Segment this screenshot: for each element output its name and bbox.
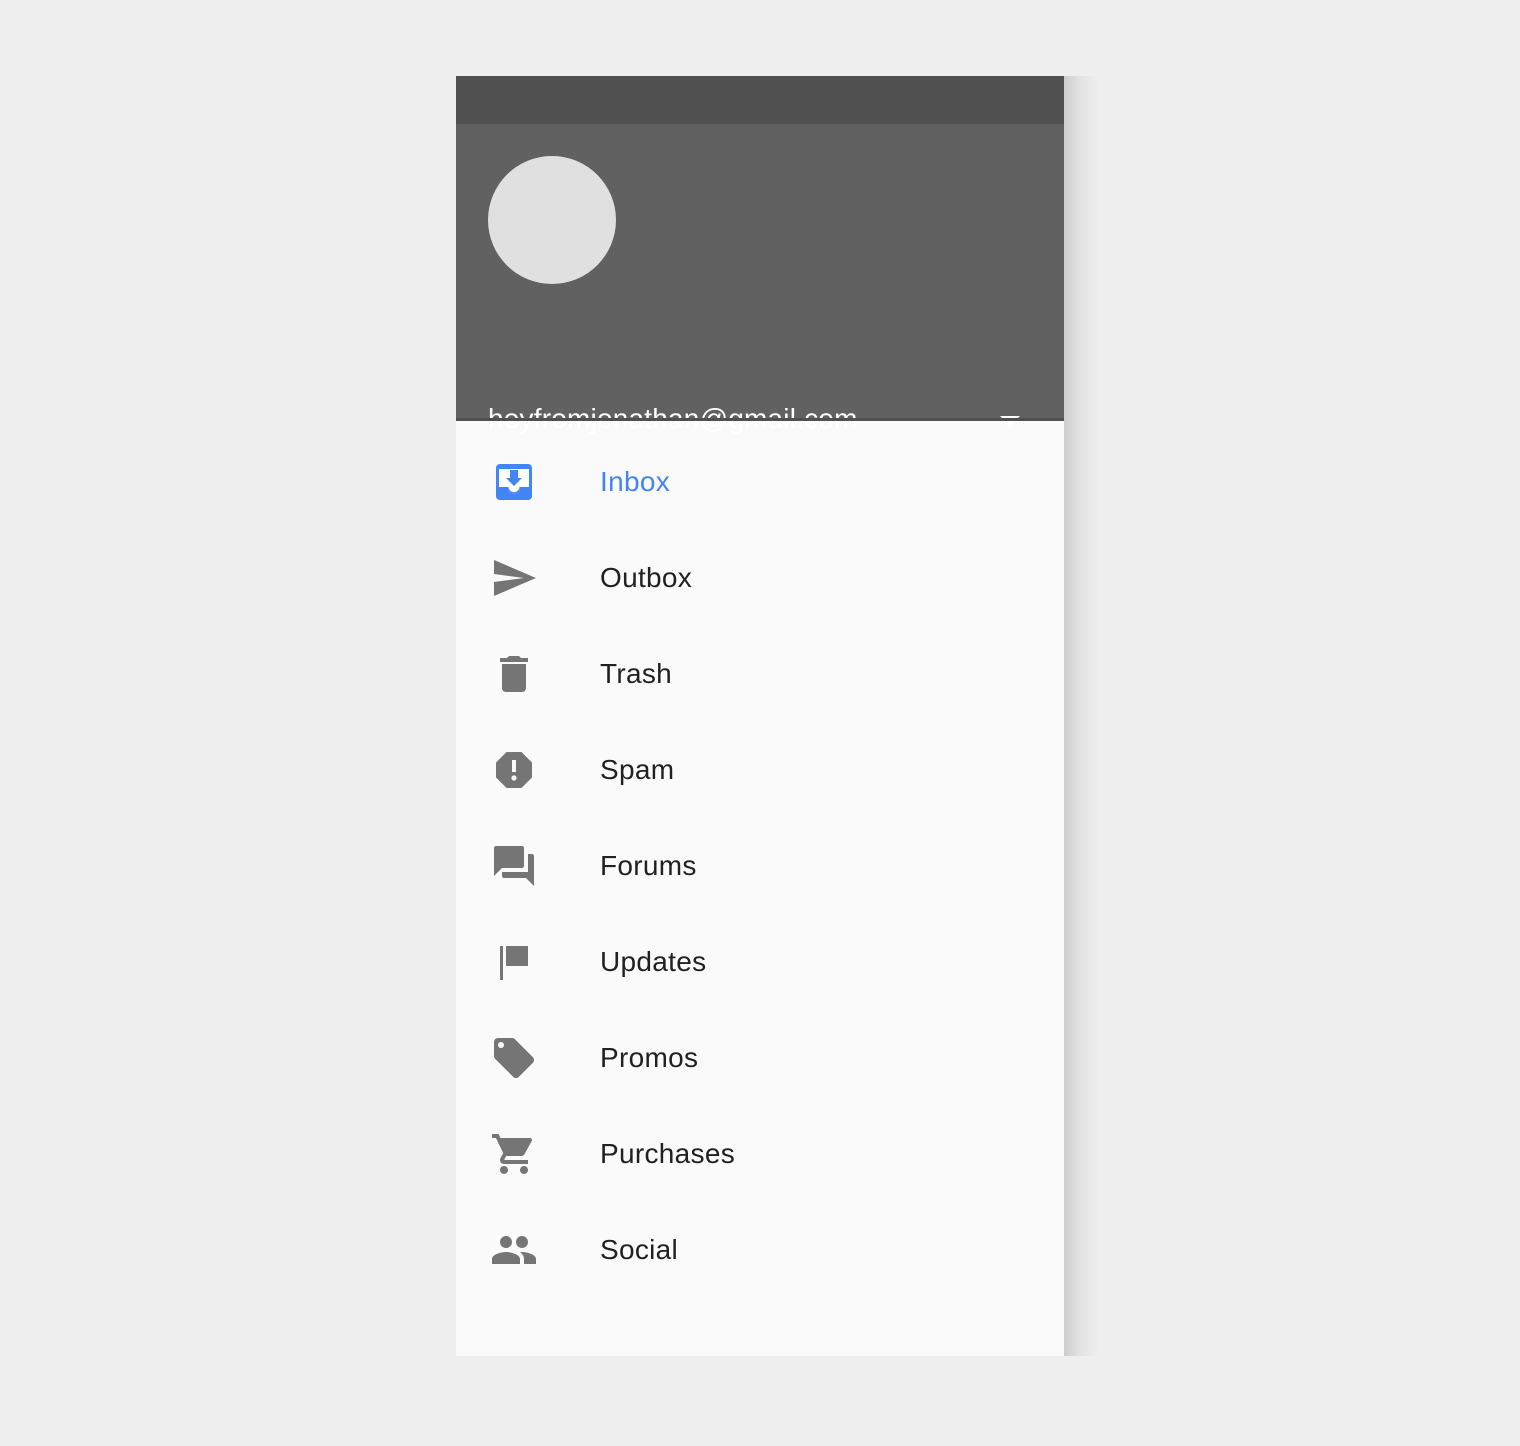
nav-item-updates[interactable]: Updates — [456, 914, 1064, 1010]
forum-icon — [490, 842, 538, 890]
people-icon — [490, 1226, 538, 1274]
nav-label: Spam — [600, 754, 675, 785]
nav-label: Outbox — [600, 562, 693, 593]
nav-item-social[interactable]: Social — [456, 1202, 1064, 1298]
drawer-shadow — [1064, 76, 1100, 1356]
navigation-drawer: heyfromjonathan@gmail.com Inbox Outbox T… — [456, 76, 1064, 1356]
nav-label: Trash — [600, 658, 673, 689]
avatar[interactable] — [488, 156, 616, 284]
nav-item-inbox[interactable]: Inbox — [456, 434, 1064, 530]
nav-item-spam[interactable]: Spam — [456, 722, 1064, 818]
nav-label: Promos — [600, 1042, 699, 1073]
nav-label: Forums — [600, 850, 697, 881]
status-bar — [456, 76, 1064, 124]
inbox-icon — [490, 458, 538, 506]
drawer-header: heyfromjonathan@gmail.com — [456, 124, 1064, 434]
send-icon — [490, 554, 538, 602]
nav-label: Social — [600, 1234, 679, 1265]
nav-item-outbox[interactable]: Outbox — [456, 530, 1064, 626]
spam-icon — [490, 746, 538, 794]
cart-icon — [490, 1130, 538, 1178]
nav-label: Updates — [600, 946, 707, 977]
tag-icon — [490, 1034, 538, 1082]
nav-item-trash[interactable]: Trash — [456, 626, 1064, 722]
flag-icon — [490, 938, 538, 986]
trash-icon — [490, 650, 538, 698]
nav-item-promos[interactable]: Promos — [456, 1010, 1064, 1106]
nav-label: Purchases — [600, 1138, 735, 1169]
header-divider — [456, 418, 1064, 421]
nav-item-forums[interactable]: Forums — [456, 818, 1064, 914]
nav-list: Inbox Outbox Trash Spam Forums Updates P… — [456, 434, 1064, 1298]
nav-item-purchases[interactable]: Purchases — [456, 1106, 1064, 1202]
nav-label: Inbox — [600, 466, 670, 497]
